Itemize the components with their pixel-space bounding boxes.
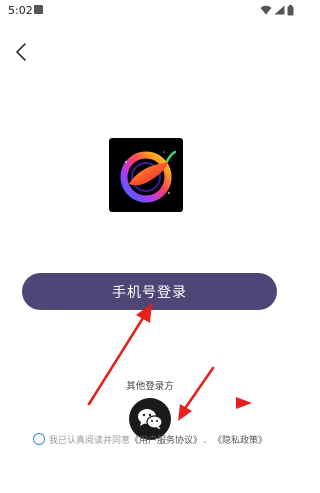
cellular-signal-icon: [274, 5, 285, 15]
notification-icon: [34, 5, 43, 14]
agreement-row: 我已认真阅读并同意 《用户服务协议》 、 《隐私政策》: [33, 432, 293, 446]
back-button[interactable]: [8, 38, 34, 66]
user-agreement-link[interactable]: 《用户服务协议》: [130, 433, 202, 446]
battery-icon: [287, 4, 294, 15]
phone-login-button[interactable]: 手机号登录: [22, 273, 277, 310]
chevron-left-icon: [16, 43, 26, 61]
chili-pepper-swirl-logo: [120, 150, 177, 203]
agreement-radio[interactable]: [33, 433, 45, 445]
status-icons: [260, 4, 294, 16]
annotation-arrow-wechat: [178, 366, 215, 421]
wechat-icon: [138, 409, 163, 430]
status-time: 5:02: [8, 4, 33, 17]
wifi-icon: [260, 5, 272, 15]
agreement-prefix: 我已认真阅读并同意: [49, 435, 131, 446]
privacy-policy-link[interactable]: 《隐私政策》: [213, 433, 267, 446]
agreement-separator: 、: [203, 435, 213, 446]
annotation-arrow-small: [236, 397, 252, 409]
logo-background: [109, 138, 183, 212]
app-logo: [109, 138, 183, 212]
status-bar: 5:02: [0, 0, 300, 22]
other-login-methods-label: 其他登录方: [126, 381, 174, 392]
